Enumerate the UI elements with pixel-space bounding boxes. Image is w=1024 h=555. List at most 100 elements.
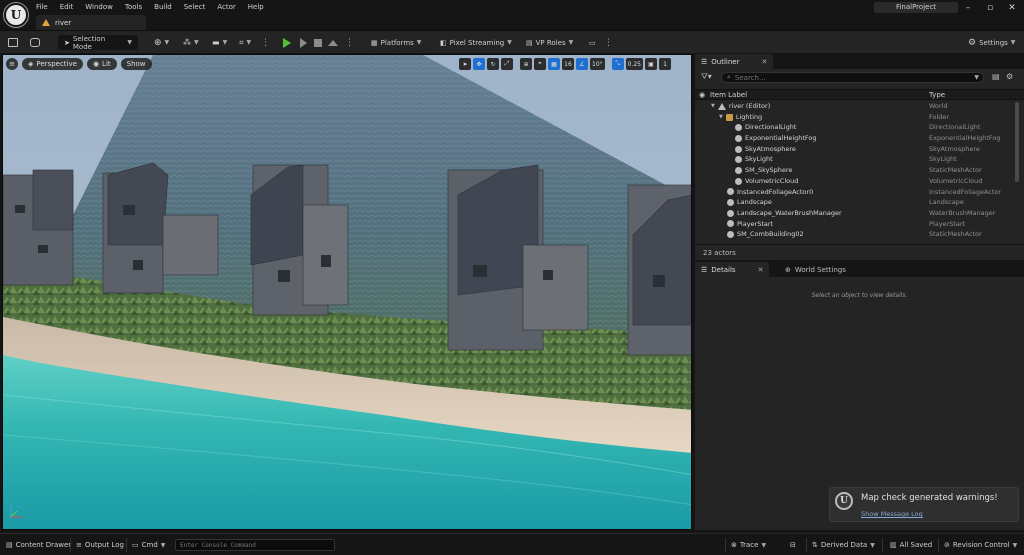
outliner-row[interactable]: ▼ Lighting Folder: [695, 112, 1024, 123]
scale-mode-button[interactable]: ⤢: [501, 58, 513, 70]
outliner-row[interactable]: ▼ river (Editor) World: [695, 101, 1024, 112]
toolbar-more-button[interactable]: ⋮: [261, 35, 270, 50]
show-button[interactable]: Show: [120, 58, 152, 70]
show-message-log-link[interactable]: Show Message Log: [861, 510, 923, 518]
outliner-row[interactable]: ExponentialHeightFog ExponentialHeightFog: [695, 133, 1024, 144]
select-mode-button[interactable]: ➤: [459, 58, 471, 70]
level-viewport[interactable]: ≡ ◈ Perspective ◉ Lit Show ➤ ✥ ↻ ⤢ ⊕ ⌖ ▦ 1…: [2, 54, 692, 530]
menu-edit[interactable]: Edit: [54, 1, 80, 13]
outliner-row[interactable]: SkyAtmosphere SkyAtmosphere: [695, 144, 1024, 155]
blueprints-button[interactable]: ⁂ ▼: [183, 35, 199, 50]
multi-user-button[interactable]: ▭: [589, 35, 596, 50]
viewport-options-button[interactable]: ≡: [6, 58, 18, 70]
add-folder-icon[interactable]: ▤: [992, 72, 1000, 81]
close-icon[interactable]: ✕: [758, 266, 764, 274]
menu-file[interactable]: File: [30, 1, 54, 13]
outliner-row[interactable]: Landscape_WaterBrushManager WaterBrushMan…: [695, 208, 1024, 219]
translate-mode-button[interactable]: ✥: [473, 58, 485, 70]
col-type[interactable]: Type: [929, 90, 945, 101]
toolbar-more-button-2[interactable]: ⋮: [604, 35, 613, 50]
play-options-button[interactable]: ⋮: [345, 35, 354, 50]
outliner-row-label: ExponentialHeightFog: [745, 134, 817, 143]
add-actor-button[interactable]: ⊕ ▼: [154, 35, 169, 50]
outliner-row[interactable]: SM_CombBuilding02 StaticMeshActor: [695, 229, 1024, 240]
maximize-button[interactable]: ▫: [980, 2, 1000, 14]
cinematics-button[interactable]: ▬ ▼: [212, 35, 227, 50]
toast-logo-letter: U: [840, 496, 848, 506]
platforms-dropdown[interactable]: ▦ Platforms ▼: [371, 35, 421, 50]
toast-title: Map check generated warnings!: [861, 493, 998, 503]
all-saved-button[interactable]: ▥ All Saved: [890, 538, 932, 552]
outliner-row[interactable]: DirectionalLight DirectionalLight: [695, 122, 1024, 133]
trace-dropdown[interactable]: ⊗ Trace ▼: [731, 538, 766, 552]
level-tab[interactable]: river: [36, 15, 146, 30]
outliner-scrollbar[interactable]: [1015, 102, 1019, 182]
tab-outliner[interactable]: ☰ Outliner ✕: [695, 54, 774, 69]
menu-window[interactable]: Window: [79, 1, 119, 13]
cmd-dropdown[interactable]: ▭ Cmd ▼: [132, 538, 165, 552]
menu-build[interactable]: Build: [148, 1, 178, 13]
camera-speed-value[interactable]: 1: [659, 58, 671, 70]
lit-button[interactable]: ◉ Lit: [86, 58, 117, 70]
outliner-search[interactable]: ⌕ ▼: [721, 72, 984, 83]
output-log-label: Output Log: [84, 541, 124, 549]
scale-snap-toggle[interactable]: ⤡: [611, 58, 624, 70]
output-log-button[interactable]: ≡ Output Log: [76, 538, 124, 552]
outliner-row[interactable]: VolumetricCloud VolumetricCloud: [695, 176, 1024, 187]
revision-control-dropdown[interactable]: ⊘ Revision Control ▼: [944, 538, 1017, 552]
derived-data-dropdown[interactable]: ⇅ Derived Data ▼: [812, 538, 875, 552]
console-command-box[interactable]: [175, 539, 335, 551]
menu-select[interactable]: Select: [178, 1, 212, 13]
visibility-icon[interactable]: ◉: [699, 90, 705, 101]
stop-button[interactable]: [314, 35, 322, 50]
world-local-button[interactable]: ⊕: [520, 58, 532, 70]
unreal-logo-icon: U: [835, 492, 853, 510]
rotate-mode-button[interactable]: ↻: [487, 58, 499, 70]
grid-snap-toggle[interactable]: ▦: [548, 58, 560, 70]
expand-arrow-icon[interactable]: ▼: [711, 101, 715, 112]
scale-snap-value[interactable]: 0.25: [625, 58, 643, 70]
tab-world-settings[interactable]: ⊕ World Settings: [779, 262, 852, 277]
outliner-row[interactable]: SkyLight SkyLight: [695, 154, 1024, 165]
vp-roles-dropdown[interactable]: ▤ VP Roles ▼: [526, 35, 573, 50]
tab-details[interactable]: ☰ Details ✕: [695, 262, 770, 277]
perspective-button[interactable]: ◈ Perspective: [22, 58, 83, 70]
rotation-snap-toggle[interactable]: ∠: [576, 58, 588, 70]
minimize-button[interactable]: –: [958, 2, 978, 14]
filter-icon[interactable]: ⛛▾: [701, 72, 712, 82]
outliner-row[interactable]: SM_SkySphere StaticMeshActor: [695, 165, 1024, 176]
outliner-search-input[interactable]: [734, 73, 965, 82]
play-button[interactable]: [283, 35, 291, 50]
move-icon: ✥: [476, 60, 482, 68]
trace-options-button[interactable]: ⊟: [790, 538, 796, 552]
graph-button[interactable]: ⌗ ▼: [239, 35, 251, 50]
viewport-scene[interactable]: [3, 55, 692, 530]
outliner-row[interactable]: InstancedFoliageActor0 InstancedFoliageAc…: [695, 187, 1024, 198]
step-button[interactable]: [300, 35, 307, 50]
chevron-down-icon[interactable]: ▼: [974, 74, 979, 81]
unreal-logo-icon[interactable]: U: [3, 2, 29, 28]
save-button[interactable]: [8, 35, 18, 50]
selection-mode-dropdown[interactable]: ➤ Selection Mode ▼: [58, 35, 138, 51]
pixel-streaming-dropdown[interactable]: ◧ Pixel Streaming ▼: [440, 35, 512, 50]
menu-actor[interactable]: Actor: [211, 1, 241, 13]
expand-arrow-icon[interactable]: ▼: [719, 112, 723, 123]
gear-icon[interactable]: ⚙: [1006, 72, 1013, 81]
surface-snap-button[interactable]: ⌖: [534, 58, 546, 70]
source-control-button[interactable]: [30, 35, 40, 50]
camera-speed-toggle[interactable]: ▣: [645, 58, 657, 70]
mesh-icon: [735, 166, 742, 174]
menu-tools[interactable]: Tools: [119, 1, 148, 13]
eject-button[interactable]: [328, 35, 338, 50]
console-command-input[interactable]: [180, 540, 330, 550]
settings-dropdown[interactable]: ⚙ Settings ▼: [968, 35, 1015, 50]
grid-snap-value[interactable]: 16: [562, 58, 574, 70]
menu-help[interactable]: Help: [242, 1, 270, 13]
outliner-row[interactable]: Landscape Landscape: [695, 197, 1024, 208]
content-drawer-button[interactable]: ▤ Content Drawer: [6, 538, 71, 552]
rotation-snap-value[interactable]: 10°: [590, 58, 605, 70]
close-icon[interactable]: ✕: [761, 58, 767, 66]
outliner-row[interactable]: PlayerStart PlayerStart: [695, 219, 1024, 230]
col-item-label[interactable]: Item Label: [710, 90, 747, 101]
close-window-button[interactable]: ✕: [1002, 2, 1022, 14]
